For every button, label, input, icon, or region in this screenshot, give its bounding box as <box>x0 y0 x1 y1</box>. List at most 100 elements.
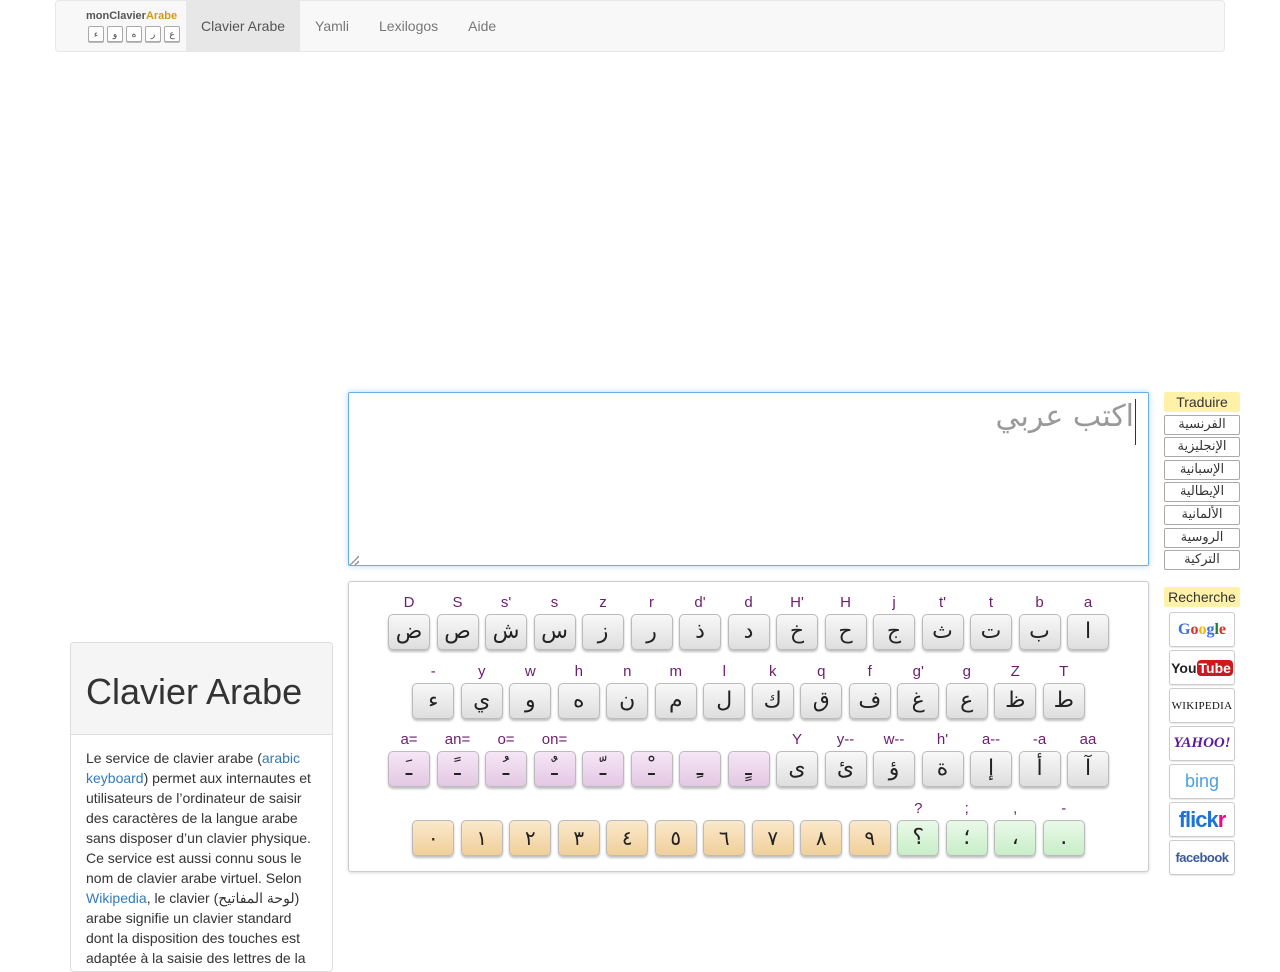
keyboard-key[interactable]: ى <box>776 751 818 787</box>
key-cell: ـْ <box>630 729 673 787</box>
key-transliteration-label: t <box>988 594 994 611</box>
keyboard-key[interactable]: . <box>1042 820 1085 856</box>
keyboard-key[interactable]: ف <box>848 683 891 719</box>
nav-item-clavier-arabe[interactable]: Clavier Arabe <box>186 1 301 51</box>
keyboard-key[interactable]: س <box>533 614 576 650</box>
keyboard-key[interactable]: ظ <box>994 683 1037 719</box>
keyboard-key[interactable]: ع <box>945 683 988 719</box>
keyboard-key[interactable]: ٤ <box>606 820 649 856</box>
key-transliteration-label: w-- <box>883 731 905 748</box>
keyboard-key[interactable]: م <box>654 683 697 719</box>
keyboard-key[interactable]: ٨ <box>800 820 843 856</box>
key-transliteration-label: -a <box>1032 731 1047 748</box>
key-cell: ١ <box>460 798 504 856</box>
keyboard-key[interactable]: أ <box>1018 751 1061 787</box>
keyboard-key[interactable]: ٢ <box>509 820 552 856</box>
google-search-button[interactable]: Google <box>1169 612 1235 647</box>
nav-item-yamli[interactable]: Yamli <box>300 1 364 51</box>
keyboard-key[interactable]: ؛ <box>945 820 988 856</box>
key-cell: aa آ <box>1067 729 1110 787</box>
language-button[interactable]: الفرنسية <box>1164 414 1240 435</box>
wikipedia-search-button[interactable]: WIKIPEDIA <box>1169 688 1235 723</box>
keyboard-key[interactable]: ـّ <box>582 751 624 787</box>
keyboard-key[interactable]: ـِ <box>679 751 721 787</box>
keyboard-key[interactable]: ز <box>582 614 624 650</box>
key-cell: nن <box>606 661 649 719</box>
keyboard-key[interactable]: ة <box>921 751 964 787</box>
keyboard-key[interactable]: ش <box>485 614 527 650</box>
keyboard-key[interactable]: إ <box>970 751 1012 787</box>
keyboard-key[interactable]: ص <box>436 614 479 650</box>
key-cell: ٦ <box>703 798 746 856</box>
key-transliteration-label: a= <box>400 731 418 748</box>
keyboard-key[interactable]: ء <box>412 683 455 719</box>
language-button[interactable]: الإنجليزية <box>1164 437 1240 458</box>
keyboard-key[interactable]: ٥ <box>654 820 697 856</box>
arabic-text-area[interactable]: اكتب عربي <box>348 392 1149 566</box>
keyboard-key[interactable]: ، <box>994 820 1037 856</box>
keyboard-key[interactable]: ج <box>873 614 915 650</box>
language-button[interactable]: الروسية <box>1164 527 1240 548</box>
keyboard-key[interactable]: ك <box>751 683 794 719</box>
keyboard-row: a= ـَ an= ـً o= ـُ on= ـٌ ـّ ـْ ـِ ـٍ Y ى y-- ئ w-- ؤ h' ة a… <box>349 729 1148 787</box>
keyboard-key[interactable]: آ <box>1067 751 1109 787</box>
keyboard-key[interactable]: ٠ <box>412 820 455 856</box>
language-button[interactable]: الإيطالية <box>1164 482 1240 503</box>
key-transliteration-label: T <box>1059 663 1069 680</box>
keyboard-key[interactable]: ح <box>824 614 867 650</box>
keyboard-key[interactable]: غ <box>897 683 940 719</box>
key-cell: s' ش <box>485 592 528 650</box>
wikipedia-link[interactable]: Wikipedia <box>86 890 147 906</box>
keyboard-key[interactable]: ئ <box>824 751 867 787</box>
keyboard-key[interactable]: ٣ <box>557 820 600 856</box>
language-button[interactable]: الألمانية <box>1164 504 1240 525</box>
keyboard-key[interactable]: و <box>509 683 552 719</box>
facebook-search-button[interactable]: facebook <box>1169 840 1235 875</box>
key-cell: an= ـً <box>436 729 479 787</box>
info-text: ) permet aux internautes et utilisateurs… <box>86 770 311 886</box>
yahoo-search-button[interactable]: YAHOO! <box>1169 726 1235 761</box>
keyboard-key[interactable]: ـَ <box>388 751 430 787</box>
keyboard-key[interactable]: ١ <box>460 820 503 856</box>
keyboard-key[interactable]: ذ <box>679 614 721 650</box>
keyboard-key[interactable]: ٦ <box>703 820 746 856</box>
keyboard-key[interactable]: ث <box>921 614 964 650</box>
keyboard-key[interactable]: ـٍ <box>727 751 770 787</box>
brand-text: monClavierArabe <box>86 10 178 22</box>
keyboard-key[interactable]: ت <box>970 614 1012 650</box>
keyboard-key[interactable]: ا <box>1067 614 1109 650</box>
keyboard-key[interactable]: ـْ <box>630 751 673 787</box>
keyboard-key[interactable]: د <box>727 614 770 650</box>
language-button[interactable]: التركية <box>1164 550 1240 571</box>
keyboard-key[interactable]: ل <box>703 683 746 719</box>
flickr-search-button[interactable]: flickr <box>1169 802 1235 837</box>
keyboard-key[interactable]: ٧ <box>751 820 794 856</box>
nav-item-lexilogos[interactable]: Lexilogos <box>364 1 453 51</box>
keyboard-key[interactable]: ط <box>1042 683 1085 719</box>
youtube-search-button[interactable]: You Tube <box>1169 650 1235 685</box>
keyboard-key[interactable]: ه <box>557 683 600 719</box>
bing-search-button[interactable]: bing <box>1169 764 1235 799</box>
resize-grip-icon[interactable] <box>349 555 359 565</box>
keyboard-key[interactable]: ـُ <box>485 751 527 787</box>
key-cell: zز <box>582 592 625 650</box>
keyboard-key[interactable]: خ <box>776 614 818 650</box>
keyboard-key[interactable]: ـً <box>436 751 479 787</box>
brand-logo[interactable]: monClavierArabe ء و ه ر ع <box>84 7 186 47</box>
key-transliteration-label: ; <box>964 800 969 817</box>
language-button[interactable]: الإسبانية <box>1164 459 1240 480</box>
keyboard-key[interactable]: ٩ <box>848 820 891 856</box>
keyboard-key[interactable]: ؤ <box>873 751 915 787</box>
keyboard-key[interactable]: ر <box>630 614 673 650</box>
keyboard-key[interactable]: ي <box>460 683 503 719</box>
keyboard-key[interactable]: ب <box>1018 614 1061 650</box>
keyboard-key[interactable]: ؟ <box>897 820 940 856</box>
key-transliteration-label: k <box>769 663 777 680</box>
key-transliteration-label: - <box>430 663 436 680</box>
key-transliteration-label: a <box>1083 594 1093 611</box>
keyboard-key[interactable]: ق <box>800 683 843 719</box>
keyboard-key[interactable]: ض <box>388 614 430 650</box>
nav-item-aide[interactable]: Aide <box>453 1 511 51</box>
keyboard-key[interactable]: ـٌ <box>533 751 576 787</box>
keyboard-key[interactable]: ن <box>606 683 649 719</box>
